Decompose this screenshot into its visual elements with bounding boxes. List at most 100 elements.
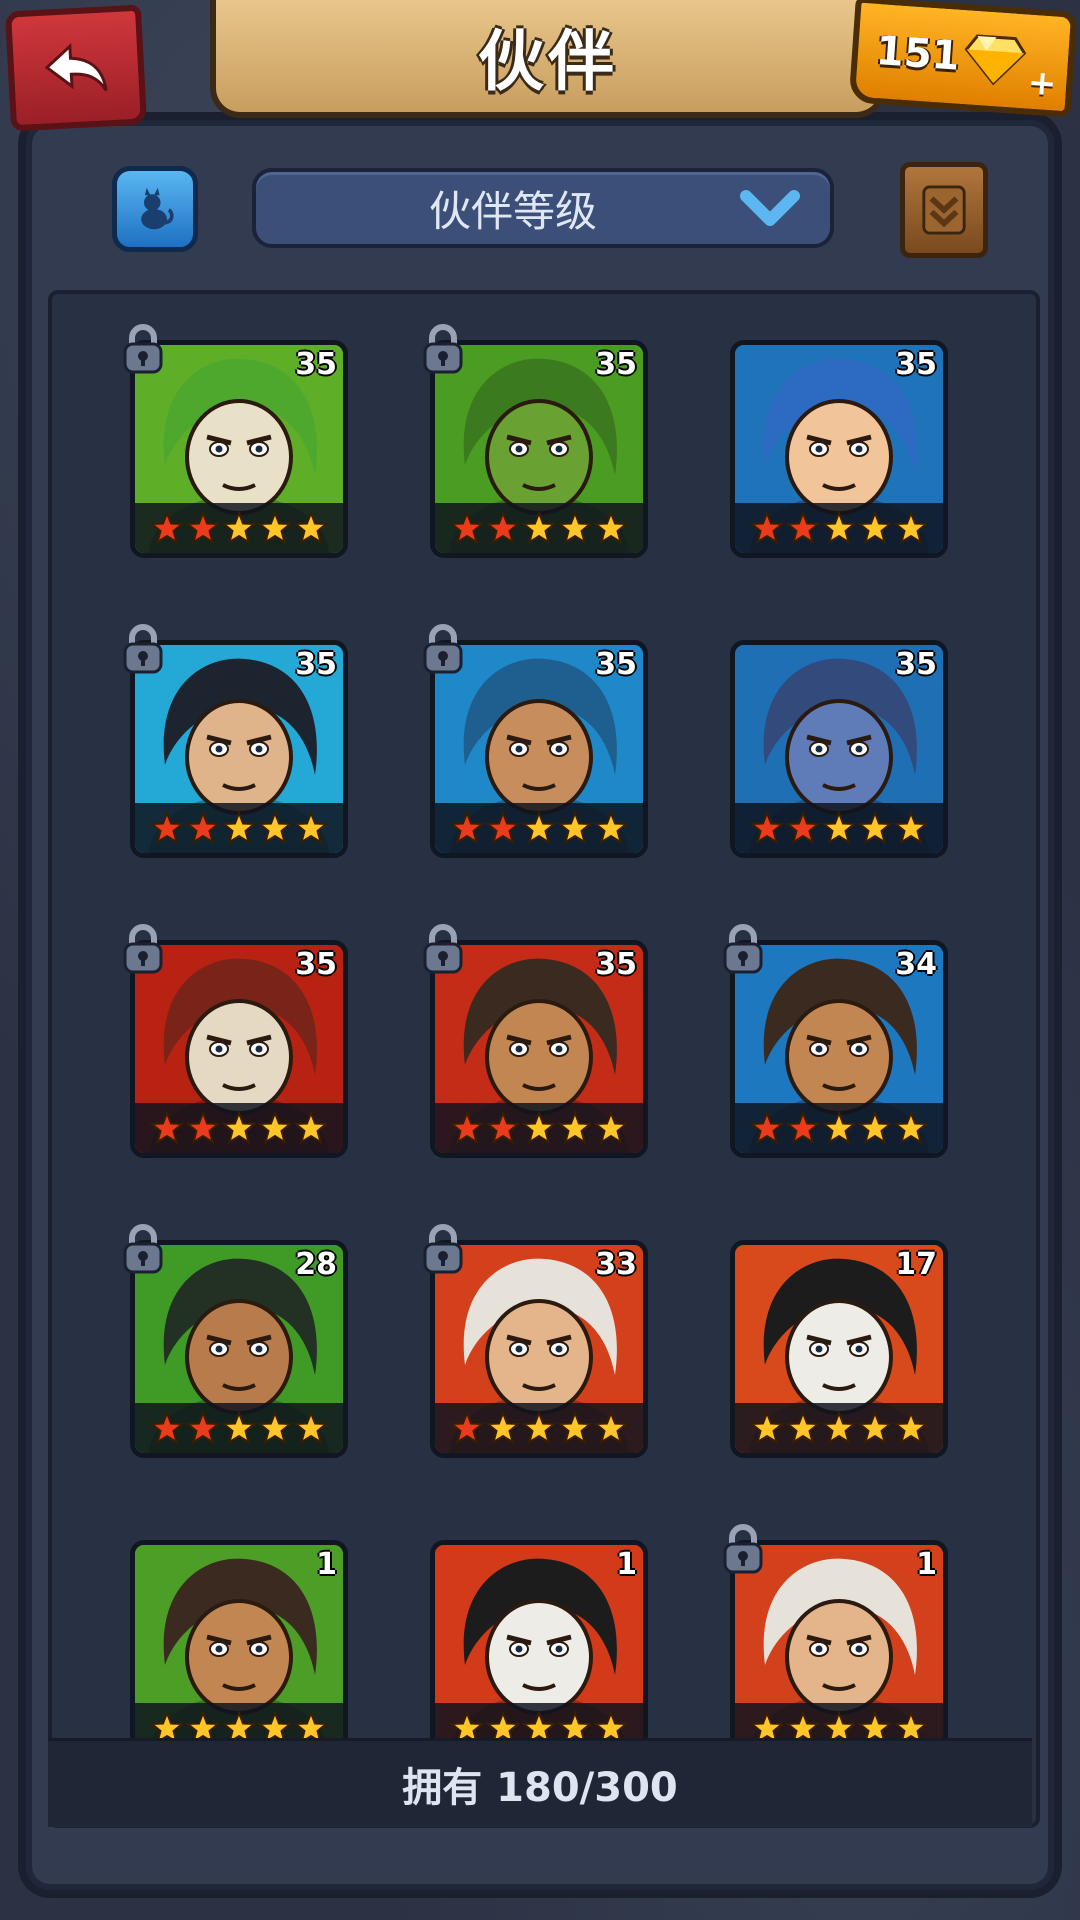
hero-level: 35 bbox=[295, 647, 337, 682]
star-icon bbox=[594, 511, 628, 545]
owned-count: 拥有 180/300 bbox=[402, 1765, 678, 1811]
star-rating bbox=[735, 1103, 943, 1153]
star-icon bbox=[486, 811, 520, 845]
hero-level: 35 bbox=[295, 347, 337, 382]
hero-level: 1 bbox=[916, 1547, 937, 1582]
star-icon bbox=[750, 811, 784, 845]
hero-level: 1 bbox=[616, 1547, 637, 1582]
star-icon bbox=[186, 1411, 220, 1445]
hero-card[interactable]: 1 bbox=[430, 1540, 648, 1758]
hero-level: 28 bbox=[295, 1247, 337, 1282]
hero-level: 35 bbox=[595, 947, 637, 982]
star-icon bbox=[822, 1111, 856, 1145]
star-icon bbox=[594, 1411, 628, 1445]
lock-icon bbox=[120, 624, 166, 674]
hero-card[interactable]: 17 bbox=[730, 1240, 948, 1458]
chevron-down-icon bbox=[740, 190, 800, 226]
hero-level: 35 bbox=[895, 347, 937, 382]
star-icon bbox=[858, 511, 892, 545]
star-icon bbox=[750, 511, 784, 545]
star-icon bbox=[294, 811, 328, 845]
star-icon bbox=[858, 811, 892, 845]
gem-icon bbox=[964, 34, 1026, 86]
star-icon bbox=[822, 1411, 856, 1445]
lock-icon bbox=[420, 624, 466, 674]
star-icon bbox=[894, 1411, 928, 1445]
star-icon bbox=[150, 511, 184, 545]
star-rating bbox=[435, 503, 643, 553]
star-icon bbox=[450, 511, 484, 545]
star-icon bbox=[222, 1411, 256, 1445]
star-icon bbox=[186, 1111, 220, 1145]
star-icon bbox=[486, 1111, 520, 1145]
star-rating bbox=[735, 503, 943, 553]
star-icon bbox=[186, 511, 220, 545]
star-icon bbox=[486, 511, 520, 545]
plus-icon: + bbox=[1026, 62, 1058, 105]
star-rating bbox=[435, 1403, 643, 1453]
hero-grid-panel[interactable]: 35 35 35 35 35 35 35 35 34 28 33 17 1 1 … bbox=[48, 290, 1040, 1828]
lock-icon bbox=[720, 1524, 766, 1574]
back-button[interactable] bbox=[4, 4, 148, 132]
star-icon bbox=[294, 1111, 328, 1145]
star-icon bbox=[222, 1111, 256, 1145]
star-rating bbox=[435, 803, 643, 853]
star-icon bbox=[786, 1111, 820, 1145]
star-icon bbox=[522, 1111, 556, 1145]
star-icon bbox=[150, 1411, 184, 1445]
star-icon bbox=[522, 1411, 556, 1445]
star-icon bbox=[594, 1111, 628, 1145]
star-rating bbox=[735, 1403, 943, 1453]
hero-level: 1 bbox=[316, 1547, 337, 1582]
hero-level: 35 bbox=[295, 947, 337, 982]
star-icon bbox=[258, 511, 292, 545]
filter-button[interactable] bbox=[112, 166, 198, 252]
star-icon bbox=[894, 511, 928, 545]
lock-icon bbox=[420, 924, 466, 974]
hero-level: 17 bbox=[895, 1247, 937, 1282]
star-icon bbox=[786, 811, 820, 845]
gem-count: 151 bbox=[874, 27, 962, 80]
star-icon bbox=[558, 511, 592, 545]
title-banner: 伙伴 bbox=[210, 0, 886, 118]
star-icon bbox=[858, 1411, 892, 1445]
star-icon bbox=[894, 811, 928, 845]
footer-bar: 拥有 180/300 bbox=[48, 1738, 1032, 1827]
star-rating bbox=[735, 803, 943, 853]
star-icon bbox=[558, 1111, 592, 1145]
star-icon bbox=[258, 1111, 292, 1145]
star-icon bbox=[786, 1411, 820, 1445]
star-icon bbox=[186, 811, 220, 845]
star-icon bbox=[750, 1411, 784, 1445]
cat-silhouette-icon bbox=[141, 187, 174, 230]
gem-balance-button[interactable]: 151 + bbox=[848, 0, 1078, 118]
hero-card[interactable]: 1 bbox=[130, 1540, 348, 1758]
star-rating bbox=[135, 503, 343, 553]
star-icon bbox=[522, 811, 556, 845]
star-icon bbox=[786, 511, 820, 545]
star-icon bbox=[150, 1111, 184, 1145]
hero-level: 33 bbox=[595, 1247, 637, 1282]
star-rating bbox=[135, 1103, 343, 1153]
star-rating bbox=[135, 1403, 343, 1453]
star-icon bbox=[222, 811, 256, 845]
hero-card[interactable]: 35 bbox=[730, 340, 948, 558]
star-icon bbox=[294, 511, 328, 545]
lock-icon bbox=[120, 1224, 166, 1274]
lock-icon bbox=[420, 1224, 466, 1274]
sort-dropdown[interactable]: 伙伴等级 bbox=[252, 168, 834, 248]
lock-icon bbox=[120, 324, 166, 374]
star-rating bbox=[135, 803, 343, 853]
hero-card[interactable]: 35 bbox=[730, 640, 948, 858]
star-icon bbox=[522, 511, 556, 545]
back-arrow-icon bbox=[44, 43, 108, 92]
scroll-chevron-icon bbox=[922, 185, 966, 235]
star-icon bbox=[450, 1111, 484, 1145]
hero-level: 35 bbox=[895, 647, 937, 682]
lock-icon bbox=[120, 924, 166, 974]
hero-level: 34 bbox=[895, 947, 937, 982]
scroll-menu-button[interactable] bbox=[900, 162, 988, 258]
star-icon bbox=[222, 511, 256, 545]
star-rating bbox=[435, 1103, 643, 1153]
star-icon bbox=[894, 1111, 928, 1145]
